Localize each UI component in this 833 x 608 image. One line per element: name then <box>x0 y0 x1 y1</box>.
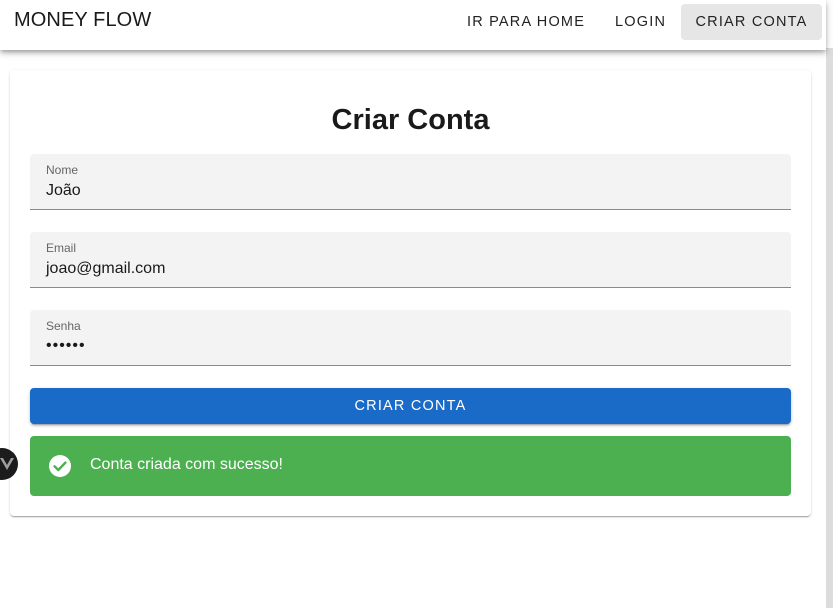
password-field-label: Senha <box>46 319 81 333</box>
top-app-bar: MONEY FLOW IR PARA HOME LOGIN CRIAR CONT… <box>0 0 826 50</box>
nav-signup-button[interactable]: CRIAR CONTA <box>681 4 822 40</box>
nav-login-button[interactable]: LOGIN <box>598 4 683 40</box>
name-field-label: Nome <box>46 163 79 177</box>
email-field-label: Email <box>46 241 77 255</box>
create-account-button[interactable]: CRIAR CONTA <box>30 388 791 424</box>
name-field-value[interactable]: João <box>46 182 81 200</box>
alert-message: Conta criada com sucesso! <box>90 456 283 473</box>
page-title: Criar Conta <box>331 104 490 136</box>
password-field[interactable]: Senha •••••• <box>30 310 791 366</box>
name-field[interactable]: Nome João <box>30 154 791 210</box>
scrollbar-thumb[interactable] <box>826 48 833 608</box>
vue-logo-icon <box>0 458 14 470</box>
email-field-value[interactable]: joao@gmail.com <box>46 260 165 278</box>
brand-title: MONEY FLOW <box>14 9 152 31</box>
password-field-value[interactable]: •••••• <box>46 337 86 355</box>
signup-card: Criar Conta Nome João Email joao@gmail.c… <box>10 70 811 516</box>
email-field[interactable]: Email joao@gmail.com <box>30 232 791 288</box>
nav-home-button[interactable]: IR PARA HOME <box>450 4 602 40</box>
success-alert: Conta criada com sucesso! <box>30 436 791 496</box>
scrollbar-track[interactable] <box>826 0 833 608</box>
check-circle-icon <box>48 454 72 478</box>
